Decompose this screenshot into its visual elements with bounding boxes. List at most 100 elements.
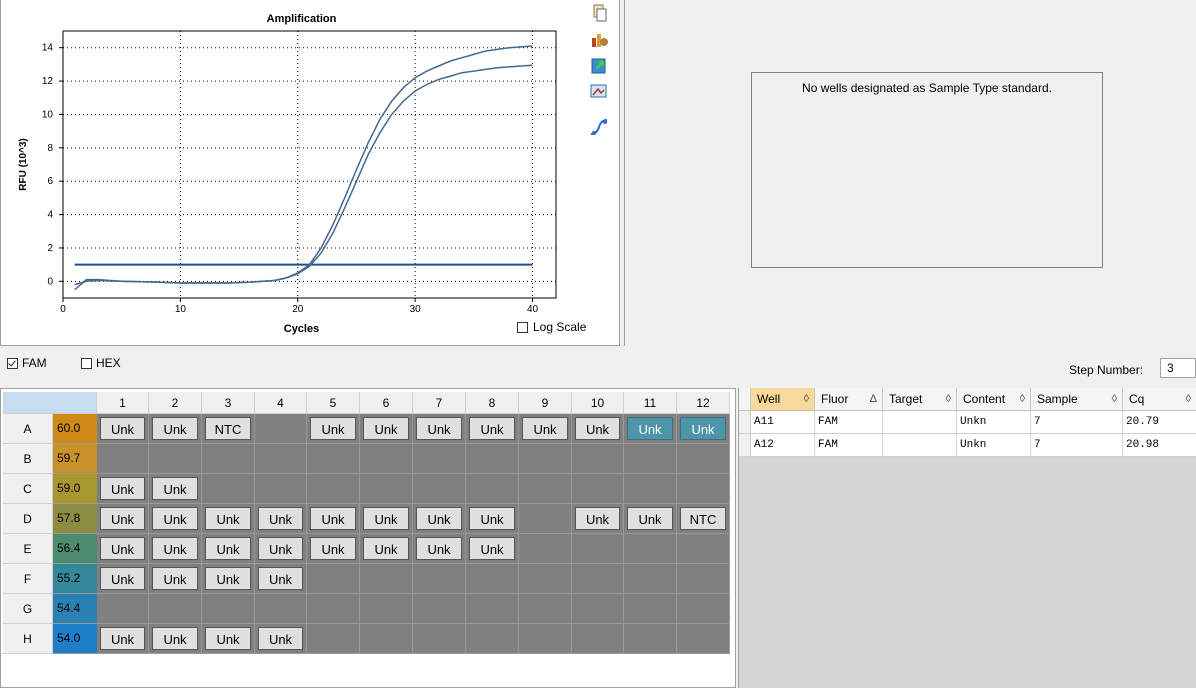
plate-well[interactable]: Unk — [255, 624, 307, 654]
plate-column-header[interactable]: 11 — [624, 392, 677, 414]
plate-well[interactable] — [677, 624, 730, 654]
plate-well[interactable] — [624, 444, 677, 474]
log-scale-checkbox[interactable] — [517, 321, 528, 333]
plate-well[interactable]: Unk — [255, 504, 307, 534]
column-header-cq[interactable]: Cq ◊ — [1123, 388, 1196, 410]
plate-well[interactable]: Unk — [307, 534, 360, 564]
plate-row-header[interactable]: H — [3, 624, 53, 654]
plate-well[interactable]: Unk — [97, 414, 149, 444]
plate-well[interactable] — [202, 594, 255, 624]
plate-well[interactable] — [572, 534, 624, 564]
plate-well[interactable]: Unk — [413, 504, 466, 534]
plate-well[interactable] — [255, 474, 307, 504]
plate-well[interactable]: Unk — [97, 624, 149, 654]
step-number-field[interactable]: 3 — [1160, 358, 1196, 378]
sort-icon[interactable]: ◊ — [1112, 388, 1117, 410]
plate-well[interactable] — [255, 414, 307, 444]
hex-checkbox[interactable] — [81, 357, 92, 369]
plate-row-header[interactable]: F — [3, 564, 53, 594]
plate-well[interactable] — [413, 474, 466, 504]
plate-row-header[interactable]: B — [3, 444, 53, 474]
plate-well[interactable]: Unk — [519, 414, 572, 444]
plate-well[interactable] — [624, 534, 677, 564]
plate-well[interactable] — [466, 624, 519, 654]
plate-well[interactable]: Unk — [413, 414, 466, 444]
plate-well[interactable]: NTC — [202, 414, 255, 444]
plate-well[interactable] — [97, 594, 149, 624]
plate-well[interactable]: Unk — [202, 564, 255, 594]
plate-well[interactable] — [360, 474, 413, 504]
plate-well[interactable]: Unk — [624, 504, 677, 534]
column-header-sample[interactable]: Sample ◊ — [1031, 388, 1123, 410]
plate-well[interactable] — [624, 594, 677, 624]
plate-well[interactable] — [360, 444, 413, 474]
plate-row-header[interactable]: G — [3, 594, 53, 624]
plate-well[interactable] — [624, 624, 677, 654]
plate-well[interactable]: NTC — [677, 504, 730, 534]
plate-column-header[interactable]: 3 — [202, 392, 255, 414]
plate-well[interactable]: Unk — [202, 624, 255, 654]
row-selector[interactable] — [739, 411, 751, 433]
plate-well[interactable] — [572, 594, 624, 624]
plate-well[interactable] — [466, 564, 519, 594]
plate-well[interactable]: Unk — [149, 474, 202, 504]
plate-well[interactable]: Unk — [572, 414, 624, 444]
export-icon[interactable] — [589, 56, 609, 74]
plate-well[interactable]: Unk — [466, 534, 519, 564]
plate-well[interactable]: Unk — [360, 414, 413, 444]
plate-well[interactable]: Unk — [307, 504, 360, 534]
plate-well[interactable] — [677, 474, 730, 504]
plate-well[interactable] — [307, 594, 360, 624]
plate-well[interactable]: Unk — [360, 504, 413, 534]
plate-well[interactable] — [572, 564, 624, 594]
plate-well[interactable] — [677, 444, 730, 474]
plate-column-header[interactable]: 9 — [519, 392, 572, 414]
plate-well[interactable] — [519, 594, 572, 624]
plate-well[interactable]: Unk — [572, 504, 624, 534]
plate-row-header[interactable]: C — [3, 474, 53, 504]
hex-toggle[interactable]: HEX — [81, 356, 121, 370]
plate-well[interactable] — [572, 474, 624, 504]
plate-well[interactable]: Unk — [413, 534, 466, 564]
plate-well[interactable] — [519, 504, 572, 534]
fam-checkbox[interactable] — [7, 357, 18, 369]
plate-well[interactable] — [677, 534, 730, 564]
plate-column-header[interactable]: 7 — [413, 392, 466, 414]
plate-column-header[interactable]: 5 — [307, 392, 360, 414]
plate-well[interactable] — [97, 444, 149, 474]
plate-well[interactable] — [202, 444, 255, 474]
plate-well[interactable]: Unk — [149, 414, 202, 444]
image-export-icon[interactable] — [589, 82, 609, 100]
plate-column-header[interactable]: 4 — [255, 392, 307, 414]
plate-well[interactable] — [519, 624, 572, 654]
table-row[interactable]: A12 FAM Unkn 7 20.98 — [739, 434, 1196, 457]
fam-toggle[interactable]: FAM — [7, 356, 47, 370]
log-scale-toggle[interactable]: Log Scale — [517, 320, 586, 334]
plate-well[interactable] — [519, 444, 572, 474]
plate-well[interactable] — [519, 534, 572, 564]
plate-well[interactable] — [466, 444, 519, 474]
plate-well[interactable] — [307, 474, 360, 504]
plate-well[interactable] — [572, 444, 624, 474]
plate-well[interactable] — [624, 474, 677, 504]
plate-well[interactable]: Unk — [624, 414, 677, 444]
plate-well[interactable] — [360, 564, 413, 594]
plate-column-header[interactable]: 12 — [677, 392, 730, 414]
plate-well[interactable] — [255, 594, 307, 624]
row-selector[interactable] — [739, 434, 751, 456]
plate-row-header[interactable]: D — [3, 504, 53, 534]
plate-well[interactable]: Unk — [255, 564, 307, 594]
plate-well[interactable] — [466, 594, 519, 624]
plate-well[interactable]: Unk — [255, 534, 307, 564]
plate-well[interactable] — [677, 564, 730, 594]
plate-well[interactable] — [677, 594, 730, 624]
plate-column-header[interactable]: 2 — [149, 392, 202, 414]
plate-well[interactable]: Unk — [202, 504, 255, 534]
plate-well[interactable]: Unk — [149, 564, 202, 594]
curve-icon[interactable] — [589, 118, 609, 136]
plate-well[interactable] — [149, 444, 202, 474]
copy-icon[interactable] — [589, 4, 609, 22]
plate-well[interactable] — [413, 444, 466, 474]
plate-well[interactable] — [360, 624, 413, 654]
chart-settings-icon[interactable] — [589, 30, 609, 48]
